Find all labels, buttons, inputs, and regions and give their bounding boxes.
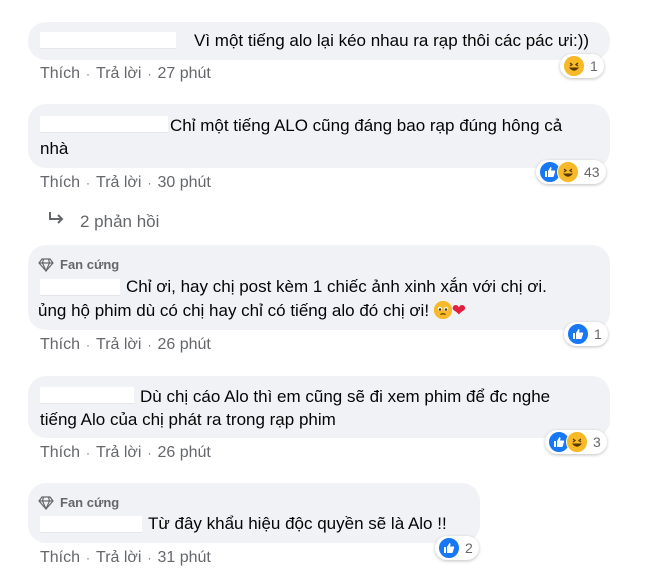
fan-badge: Fan cứng [38,491,119,515]
comment-time[interactable]: 30 phút [157,174,210,192]
separator: · [147,176,152,190]
redacted-author-name [40,32,176,49]
reply-link[interactable]: Trả lời [96,174,141,192]
comment-actions: Thích · Trả lời · 30 phút [40,174,211,192]
like-icon [567,323,589,345]
comment-actions: Thích · Trả lời · 26 phút [40,444,211,462]
reply-link[interactable]: Trả lời [96,336,141,354]
separator: · [147,551,152,565]
reaction-summary[interactable]: 1 [560,54,604,78]
reaction-count: 43 [584,164,600,180]
comment-bubble: Vì một tiếng alo lại kéo nhau ra rạp thô… [28,22,610,60]
separator: · [86,338,91,352]
comment-text: Từ đây khẩu hiệu độc quyền sẽ là Alo !! [148,514,447,533]
redacted-author-name [40,516,142,533]
like-link[interactable]: Thích [40,444,80,462]
comment-text-line-2: nhà [40,139,69,158]
comment-text-line-2: ủng hộ phim dù có chị hay chỉ có tiếng a… [38,301,430,320]
comment-text-line-2: tiếng Alo của chị phát ra trong rạp phim [40,410,336,429]
view-replies-link[interactable]: 2 phản hồi [48,211,159,232]
haha-icon [563,55,585,77]
separator: · [86,446,91,460]
like-icon [438,537,460,559]
comment-bubble: Fan cứng Chỉ ơi, hay chị post kèm 1 chiế… [28,245,610,330]
reply-link[interactable]: Trả lời [96,65,141,83]
haha-icon [566,431,588,453]
reply-link[interactable]: Trả lời [96,549,141,567]
comment-time[interactable]: 31 phút [157,549,210,567]
separator: · [147,338,152,352]
separator: · [86,67,91,81]
separator: · [86,176,91,190]
comment-text: Vì một tiếng alo lại kéo nhau ra rạp thô… [194,31,590,50]
separator: · [86,551,91,565]
reaction-summary[interactable]: 2 [435,536,479,560]
reaction-summary[interactable]: 43 [536,160,606,184]
reaction-count: 1 [594,326,602,342]
fan-badge: Fan cứng [38,253,119,277]
comment-time[interactable]: 26 phút [157,336,210,354]
separator: · [147,446,152,460]
reaction-count: 2 [465,540,473,556]
comment-actions: Thích · Trả lời · 31 phút [40,549,211,567]
reaction-count: 1 [590,58,598,74]
comment-bubble: Fan cứng Từ đây khẩu hiệu độc quyền sẽ l… [28,483,480,543]
like-link[interactable]: Thích [40,65,80,83]
redacted-author-name [40,116,168,133]
like-link[interactable]: Thích [40,336,80,354]
haha-icon [557,161,579,183]
separator: · [147,67,152,81]
reaction-summary[interactable]: 3 [545,430,607,454]
diamond-icon [38,258,54,272]
comment-bubble: Chỉ một tiếng ALO cũng đáng bao rạp đúng… [28,104,610,168]
replies-count-label: 2 phản hồi [80,211,160,231]
reply-link[interactable]: Trả lời [96,444,141,462]
badge-label: Fan cứng [60,495,120,510]
reaction-count: 3 [593,434,601,450]
comment-time[interactable]: 27 phút [157,65,210,83]
comment-actions: Thích · Trả lời · 27 phút [40,65,211,83]
reaction-summary[interactable]: 1 [564,322,608,346]
comment-bubble: Dù chị cáo Alo thì em cũng sẽ đi xem phi… [28,376,610,438]
comment-text-line-1: Dù chị cáo Alo thì em cũng sẽ đi xem phi… [140,387,551,406]
comment-time[interactable]: 26 phút [157,444,210,462]
redacted-author-name [40,279,120,296]
reply-arrow-icon [48,211,66,232]
pleading-face-emoji [433,301,452,319]
comment-actions: Thích · Trả lời · 26 phút [40,336,211,354]
red-heart-emoji: ❤ [451,301,467,320]
like-link[interactable]: Thích [40,549,80,567]
badge-label: Fan cứng [60,257,120,272]
diamond-icon [38,496,54,510]
comment-text-line-1: Chỉ ơi, hay chị post kèm 1 chiếc ảnh xin… [126,277,547,296]
comment-text-line-1: Chỉ một tiếng ALO cũng đáng bao rạp đúng… [170,116,563,135]
redacted-author-name [40,387,134,404]
like-link[interactable]: Thích [40,174,80,192]
